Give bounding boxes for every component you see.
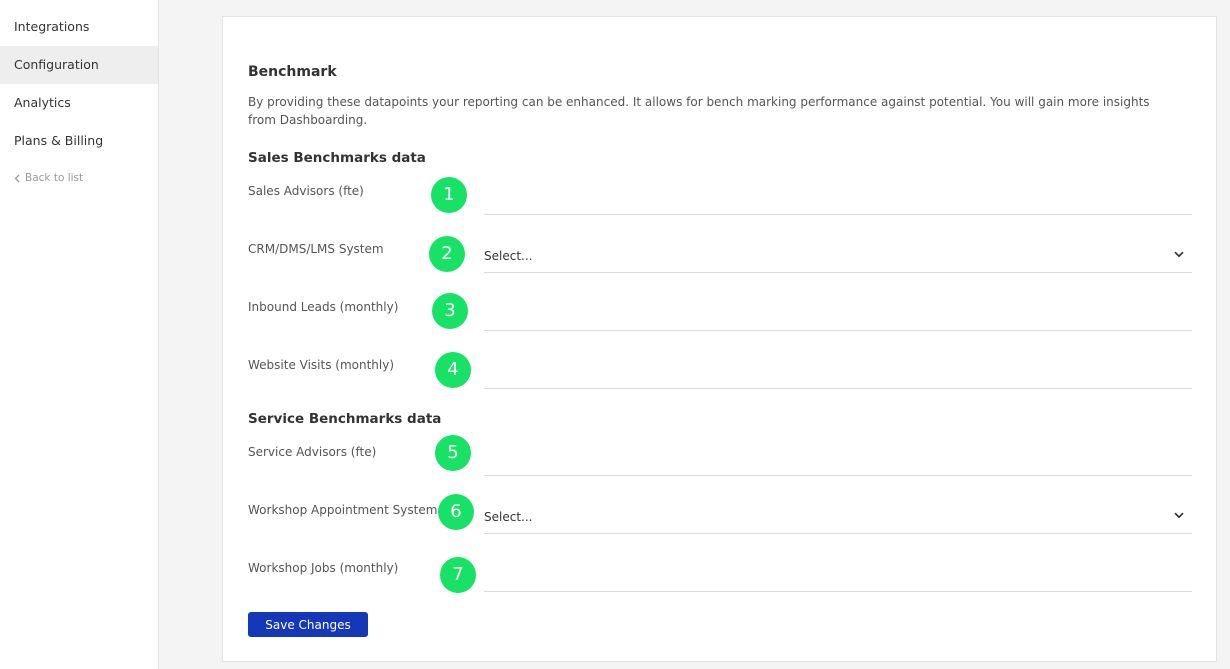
chevron-down-icon <box>1174 251 1184 258</box>
benchmark-card: Benchmark By providing these datapoints … <box>222 16 1217 662</box>
workshop-system-label: Workshop Appointment System <box>248 503 438 517</box>
website-visits-input[interactable] <box>484 357 1192 389</box>
crm-system-select-value: Select... <box>484 249 533 263</box>
sidebar: Integrations Configuration Analytics Pla… <box>0 0 159 669</box>
page-description: By providing these datapoints your repor… <box>248 95 1150 127</box>
page-title: Benchmark <box>248 64 337 80</box>
service-advisors-input[interactable] <box>484 444 1192 476</box>
save-changes-button[interactable]: Save Changes <box>248 612 368 637</box>
back-to-list-label: Back to list <box>25 172 84 184</box>
step-marker-3: 3 <box>432 293 468 329</box>
crm-system-select[interactable]: Select... <box>484 241 1192 273</box>
inbound-leads-input[interactable] <box>484 299 1192 331</box>
step-marker-4: 4 <box>435 352 471 388</box>
sidebar-item-configuration[interactable]: Configuration <box>0 46 158 84</box>
sidebar-item-plans-billing[interactable]: Plans & Billing <box>0 122 158 160</box>
service-advisors-label: Service Advisors (fte) <box>248 445 377 459</box>
step-marker-2: 2 <box>429 236 465 272</box>
sales-section-title: Sales Benchmarks data <box>248 150 426 166</box>
sales-advisors-input[interactable] <box>484 183 1192 215</box>
workshop-system-select[interactable]: Select... <box>484 502 1192 534</box>
step-marker-1: 1 <box>431 177 467 213</box>
crm-system-label: CRM/DMS/LMS System <box>248 242 384 256</box>
chevron-left-icon <box>14 174 20 182</box>
back-to-list-link[interactable]: Back to list <box>0 172 158 184</box>
step-marker-6: 6 <box>438 494 474 530</box>
service-section-title: Service Benchmarks data <box>248 411 442 427</box>
chevron-down-icon <box>1174 512 1184 519</box>
sidebar-item-integrations[interactable]: Integrations <box>0 8 158 46</box>
workshop-jobs-input[interactable] <box>484 560 1192 592</box>
website-visits-label: Website Visits (monthly) <box>248 358 395 372</box>
inbound-leads-label: Inbound Leads (monthly) <box>248 300 399 314</box>
workshop-system-select-value: Select... <box>484 510 533 524</box>
sales-advisors-label: Sales Advisors (fte) <box>248 184 364 198</box>
sidebar-item-analytics[interactable]: Analytics <box>0 84 158 122</box>
step-marker-7: 7 <box>440 557 476 593</box>
step-marker-5: 5 <box>435 435 471 471</box>
workshop-jobs-label: Workshop Jobs (monthly) <box>248 561 399 575</box>
